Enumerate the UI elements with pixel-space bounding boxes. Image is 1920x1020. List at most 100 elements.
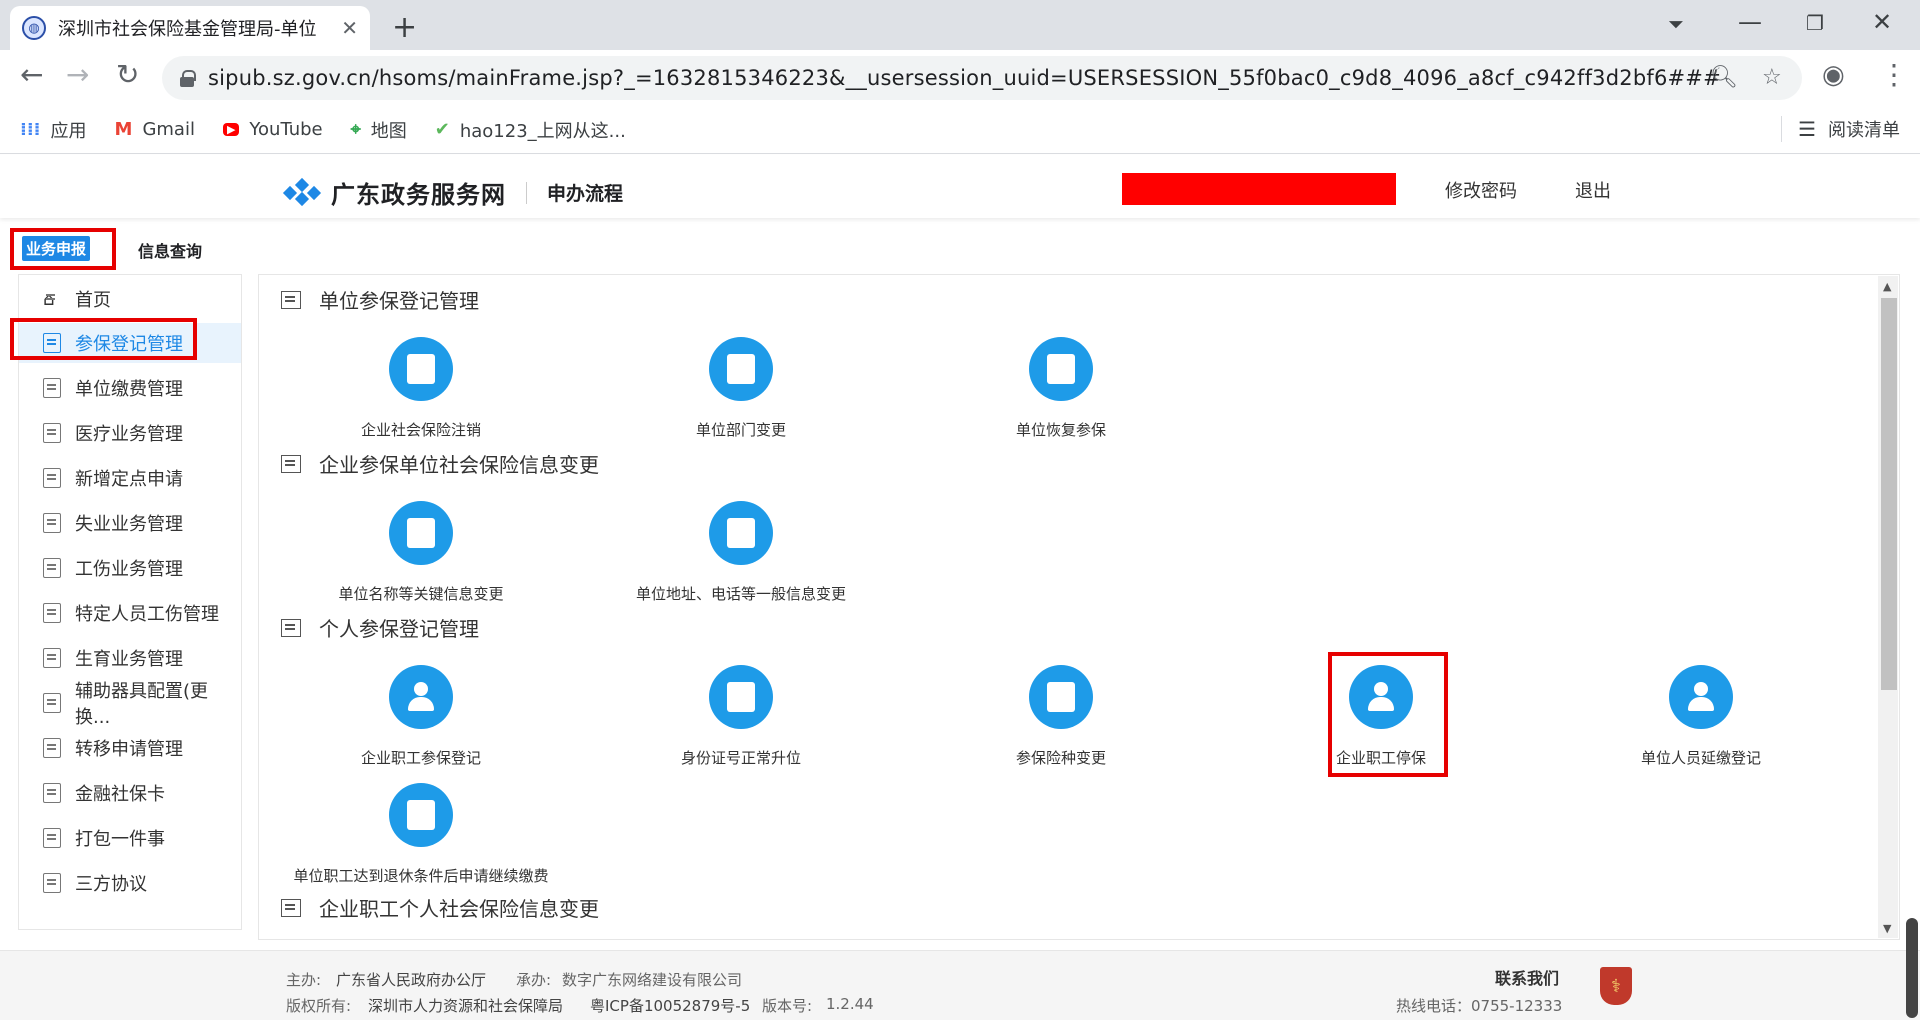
person-add-icon: [389, 665, 453, 729]
reading-list-button[interactable]: ☰ 阅读清单: [1781, 116, 1900, 142]
service-card[interactable]: 企业职工参保登记: [291, 665, 551, 768]
tab-title: 深圳市社会保险基金管理局-单位: [58, 19, 317, 40]
change-password-link[interactable]: 修改密码: [1445, 177, 1517, 203]
footer-host: 广东省人民政府办公厅: [336, 971, 487, 989]
menu-kebab-icon[interactable]: ⋮: [1880, 58, 1908, 91]
sidebar-item-social-card[interactable]: 金融社保卡: [19, 773, 241, 813]
site-header: 广东政务服务网 申办流程 修改密码 退出: [0, 155, 1920, 218]
url-text: sipub.sz.gov.cn/hsoms/mainFrame.jsp?_=16…: [208, 66, 1721, 90]
restore-icon[interactable]: ❐: [1806, 11, 1824, 35]
footer-copyright-label: 版权所有:: [286, 997, 352, 1015]
service-card[interactable]: 单位部门变更: [611, 337, 871, 440]
bookmark-apps[interactable]: ⁞⁞⁞ 应用: [20, 117, 87, 143]
service-card[interactable]: 单位职工达到退休条件后申请继续缴费: [291, 783, 551, 886]
browser-tab-strip: ◍ 深圳市社会保险基金管理局-单位 ✕ + ⏷ — ❐ ✕: [0, 0, 1920, 50]
edit-icon: [281, 618, 301, 637]
sidebar-item-home[interactable]: ⌂ 首页: [19, 279, 241, 319]
new-tab-icon[interactable]: +: [392, 10, 417, 45]
bookmark-youtube[interactable]: ▶ YouTube: [222, 119, 323, 140]
sidebar: ⌂ 首页 参保登记管理 单位缴费管理 医疗业务管理 新增定点申请 失业业务管理 工…: [18, 274, 242, 930]
sidebar-item-tripartite[interactable]: 三方协议: [19, 863, 241, 903]
money-document-icon: [43, 513, 61, 533]
footer-version-label: 版本号:: [762, 997, 813, 1015]
youtube-icon: ▶: [222, 123, 240, 136]
service-card[interactable]: 身份证号正常升位: [611, 665, 871, 768]
service-card[interactable]: 参保险种变更: [931, 665, 1191, 768]
service-card[interactable]: 单位名称等关键信息变更: [291, 501, 551, 604]
window-close-icon[interactable]: ✕: [1872, 8, 1892, 36]
sidebar-item-unemployment[interactable]: 失业业务管理: [19, 503, 241, 543]
id-card-icon: [43, 558, 61, 578]
scroll-down-icon[interactable]: ▼: [1883, 922, 1891, 935]
section-header: 企业职工个人社会保险信息变更: [281, 893, 599, 922]
bookmark-maps[interactable]: ⌖ 地图: [351, 117, 407, 143]
service-card[interactable]: 单位人员延缴登记: [1571, 665, 1831, 768]
scroll-up-icon[interactable]: ▲: [1883, 280, 1891, 293]
document-icon: [709, 337, 773, 401]
bookmark-gmail[interactable]: M Gmail: [115, 119, 195, 140]
clipboard-icon: [43, 783, 61, 803]
sidebar-item-special-injury[interactable]: 特定人员工伤管理: [19, 593, 241, 633]
site-logo[interactable]: 广东政务服务网 申办流程: [282, 175, 624, 210]
profile-dropdown-icon[interactable]: ⏷: [1668, 12, 1684, 36]
money-document-icon: [43, 648, 61, 668]
building-icon: [281, 898, 301, 917]
footer-icp[interactable]: 粤ICP备10052879号-5: [590, 995, 750, 1016]
government-emblem-icon[interactable]: ⚕: [1600, 967, 1632, 1005]
sidebar-item-maternity[interactable]: 生育业务管理: [19, 638, 241, 678]
site-favicon-icon: ◍: [22, 16, 46, 40]
gmail-icon: M: [114, 119, 133, 140]
minimize-icon[interactable]: —: [1738, 8, 1762, 36]
scrollbar-thumb[interactable]: [1881, 298, 1897, 690]
browser-tab[interactable]: ◍ 深圳市社会保险基金管理局-单位 ✕: [10, 6, 370, 50]
retirement-payment-icon: [389, 783, 453, 847]
address-bar[interactable]: sipub.sz.gov.cn/hsoms/mainFrame.jsp?_=16…: [162, 56, 1802, 100]
sidebar-item-payment[interactable]: 单位缴费管理: [19, 368, 241, 408]
id-update-icon: [709, 665, 773, 729]
bookmark-star-icon[interactable]: ☆: [1762, 65, 1782, 90]
building-icon: [281, 290, 301, 309]
sidebar-item-injury[interactable]: 工伤业务管理: [19, 548, 241, 588]
logout-link[interactable]: 退出: [1575, 177, 1611, 203]
reload-icon[interactable]: ↻: [116, 58, 139, 91]
section-header: 企业参保单位社会保险信息变更: [281, 449, 599, 478]
footer-undertake: 数字广东网络建设有限公司: [562, 971, 743, 989]
zoom-icon[interactable]: 🔍︎: [1710, 65, 1738, 90]
tab-info-query[interactable]: 信息查询: [138, 238, 202, 262]
sidebar-item-transfer[interactable]: 转移申请管理: [19, 728, 241, 768]
clipboard-icon: [43, 603, 61, 623]
back-icon[interactable]: ←: [20, 58, 43, 91]
forward-icon[interactable]: →: [66, 58, 89, 91]
document-icon: [43, 378, 61, 398]
footer-copyright: 深圳市人力资源和社会保障局: [368, 997, 564, 1015]
profile-avatar-icon[interactable]: ◉: [1822, 60, 1845, 90]
building-icon: [43, 873, 61, 893]
building-icon: [43, 828, 61, 848]
service-card[interactable]: 单位地址、电话等一般信息变更: [611, 501, 871, 604]
site-name: 广东政务服务网: [331, 181, 506, 209]
highlight-box: [10, 228, 116, 270]
contact-us[interactable]: 联系我们: [1495, 965, 1559, 989]
sidebar-item-new-designated[interactable]: 新增定点申请: [19, 458, 241, 498]
lock-icon: [180, 70, 196, 87]
sidebar-item-assistive-devices[interactable]: 辅助器具配置(更换...: [19, 681, 241, 728]
service-card[interactable]: 企业社会保险注销: [291, 337, 551, 440]
sidebar-item-medical[interactable]: 医疗业务管理: [19, 413, 241, 453]
section-header: 个人参保登记管理: [281, 613, 479, 642]
clipboard-icon: [43, 693, 61, 713]
person-add-icon: [1669, 665, 1733, 729]
window-scrollbar-thumb[interactable]: [1906, 918, 1918, 1018]
clipboard-icon: [1029, 337, 1093, 401]
close-tab-icon[interactable]: ✕: [341, 16, 358, 40]
reading-list-icon: ☰: [1798, 117, 1816, 141]
site-section-title: 申办流程: [547, 183, 624, 205]
sidebar-item-package[interactable]: 打包一件事: [19, 818, 241, 858]
building-icon: [43, 468, 61, 488]
building-icon: [43, 738, 61, 758]
logo-mark-icon: [282, 177, 322, 206]
section-header: 单位参保登记管理: [281, 285, 479, 314]
apps-grid-icon: ⁞⁞⁞: [20, 119, 41, 140]
document-icon: [389, 337, 453, 401]
bookmark-hao123[interactable]: ✔ hao123_上网从这...: [435, 117, 626, 143]
service-card[interactable]: 单位恢复参保: [931, 337, 1191, 440]
